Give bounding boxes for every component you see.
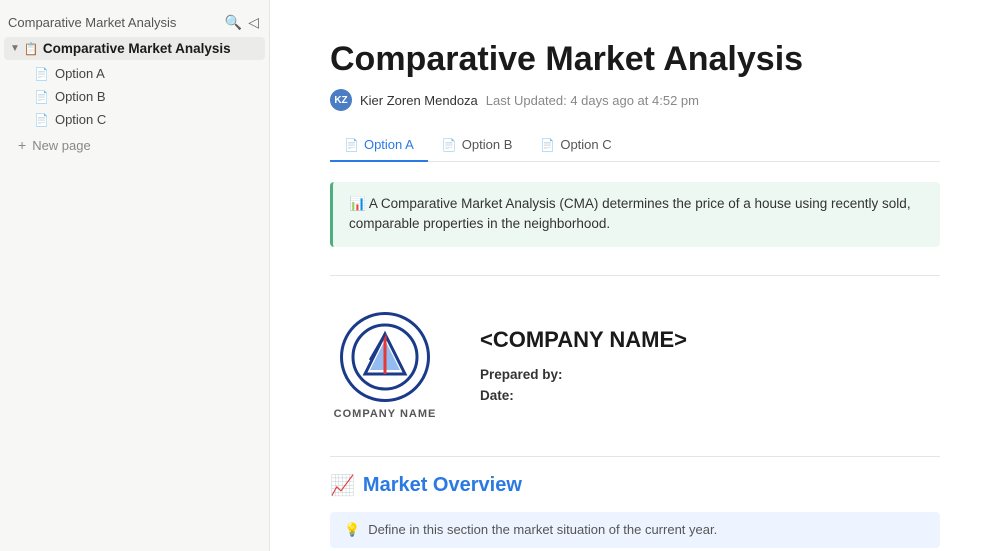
sidebar-app-title: Comparative Market Analysis [8, 15, 176, 30]
sidebar: Comparative Market Analysis 🔍 ◁ ▼ 📋 Comp… [0, 0, 270, 551]
company-prepared-by: Prepared by: [480, 367, 940, 382]
market-overview-icon: 📈 [330, 473, 355, 498]
hint-text: Define in this section the market situat… [368, 522, 717, 537]
sidebar-label-option-a: Option A [55, 66, 105, 81]
tab-option-b[interactable]: 📄 Option B [428, 129, 527, 162]
company-logo-area: COMPANY NAME [330, 312, 440, 420]
new-page-button[interactable]: + New page [4, 133, 265, 157]
info-icon: 📊 [349, 196, 369, 211]
chevron-down-icon: ▼ [10, 43, 20, 54]
tab-option-c[interactable]: 📄 Option C [526, 129, 625, 162]
hint-icon: 💡 [344, 522, 360, 538]
company-title: <COMPANY NAME> [480, 327, 940, 353]
company-date: Date: [480, 388, 940, 403]
market-overview-section: 📈 Market Overview 💡 Define in this secti… [330, 473, 940, 551]
sidebar-header: Comparative Market Analysis 🔍 ◁ [0, 8, 269, 37]
company-logo [340, 312, 430, 402]
author-name: Kier Zoren Mendoza [360, 93, 478, 108]
sidebar-item-option-a[interactable]: 📄 Option A [4, 62, 265, 85]
tab-option-a[interactable]: 📄 Option A [330, 129, 428, 162]
info-text: A Comparative Market Analysis (CMA) dete… [349, 196, 911, 231]
company-name-label: COMPANY NAME [334, 408, 437, 420]
doc-icon-c: 📄 [34, 113, 49, 127]
sidebar-item-option-b[interactable]: 📄 Option B [4, 85, 265, 108]
new-page-label: New page [32, 138, 91, 153]
sidebar-item-option-c[interactable]: 📄 Option C [4, 108, 265, 131]
cma-info-box: 📊 A Comparative Market Analysis (CMA) de… [330, 182, 940, 247]
market-overview-title: Market Overview [363, 474, 522, 497]
tab-b-label: Option B [462, 137, 513, 152]
sidebar-label-option-c: Option C [55, 112, 106, 127]
avatar: KZ [330, 89, 352, 111]
divider-2 [330, 456, 940, 457]
sidebar-root-item[interactable]: ▼ 📋 Comparative Market Analysis [4, 37, 265, 60]
sidebar-toggle-icon[interactable]: ◁ [248, 14, 259, 31]
divider-1 [330, 275, 940, 276]
tab-b-doc-icon: 📄 [442, 138, 457, 152]
section-title-market: 📈 Market Overview [330, 473, 940, 498]
company-info: <COMPANY NAME> Prepared by: Date: [480, 312, 940, 409]
plus-icon: + [18, 137, 26, 153]
last-updated: Last Updated: 4 days ago at 4:52 pm [486, 93, 699, 108]
page-title: Comparative Market Analysis [330, 40, 940, 79]
tabs-row: 📄 Option A 📄 Option B 📄 Option C [330, 129, 940, 162]
sidebar-root-doc-icon: 📋 [24, 42, 39, 56]
avatar-initials: KZ [334, 95, 347, 106]
date-label: Date: [480, 388, 514, 403]
tab-a-label: Option A [364, 137, 414, 152]
main-content: Comparative Market Analysis KZ Kier Zore… [270, 0, 1000, 551]
sidebar-root-label: Comparative Market Analysis [43, 41, 231, 56]
doc-icon-a: 📄 [34, 67, 49, 81]
author-row: KZ Kier Zoren Mendoza Last Updated: 4 da… [330, 89, 940, 111]
tab-c-doc-icon: 📄 [540, 138, 555, 152]
prepared-by-label: Prepared by: [480, 367, 563, 382]
tab-a-doc-icon: 📄 [344, 138, 359, 152]
company-section: COMPANY NAME <COMPANY NAME> Prepared by:… [330, 292, 940, 440]
company-logo-svg [350, 322, 420, 392]
sidebar-label-option-b: Option B [55, 89, 106, 104]
hint-box: 💡 Define in this section the market situ… [330, 512, 940, 548]
doc-icon-b: 📄 [34, 90, 49, 104]
tab-c-label: Option C [560, 137, 611, 152]
search-icon[interactable]: 🔍 [225, 14, 242, 31]
